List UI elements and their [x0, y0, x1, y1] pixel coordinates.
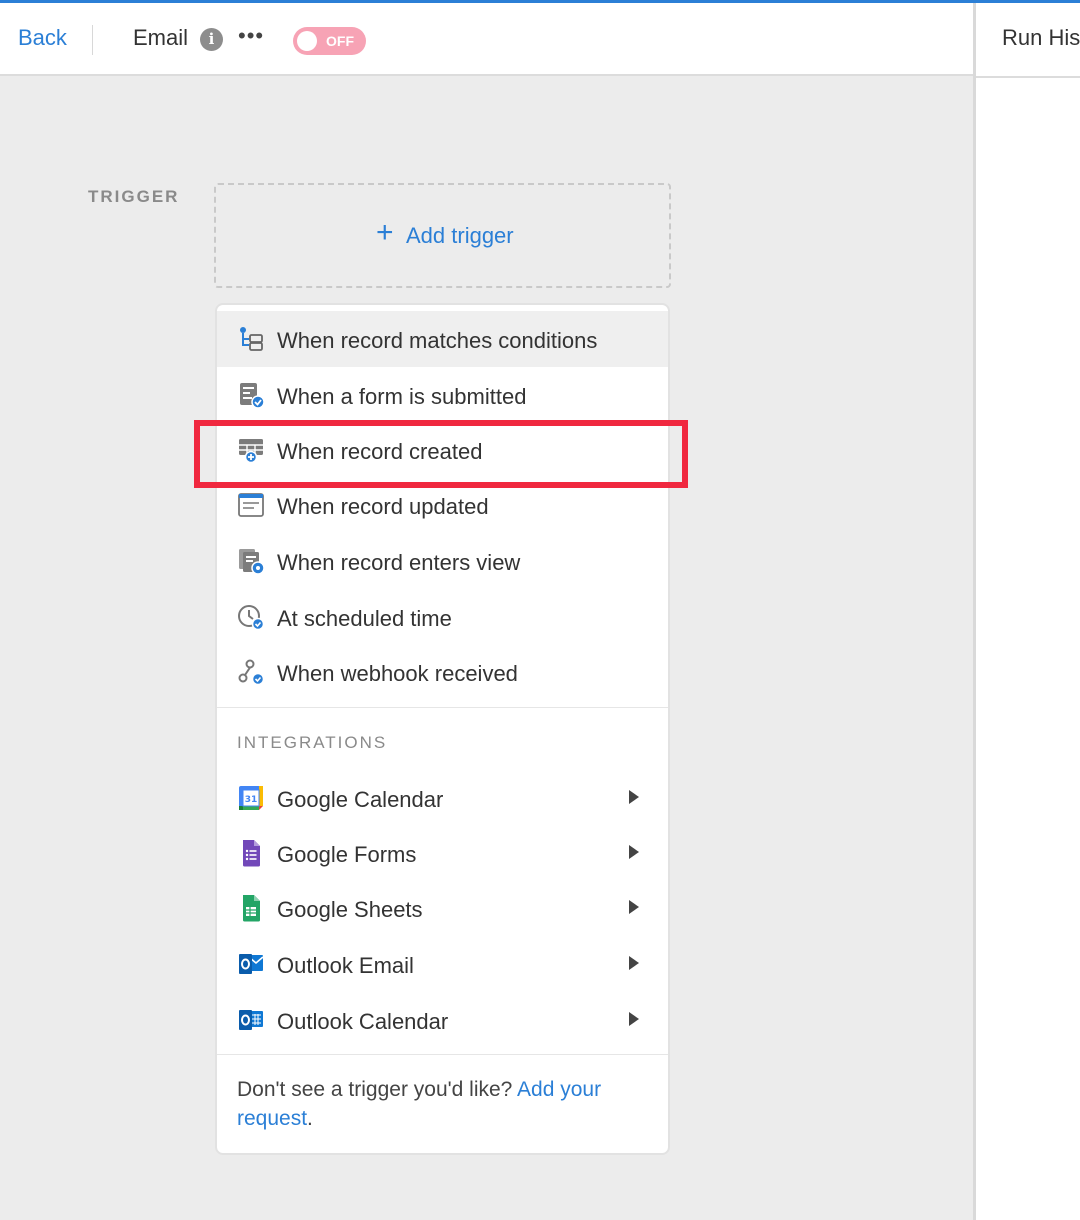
submenu-arrow-icon [629, 1012, 639, 1026]
menu-item-outlook-calendar[interactable]: Outlook Calendar [217, 992, 668, 1048]
enable-toggle[interactable]: OFF [293, 27, 366, 55]
menu-item-label: Google Forms [277, 842, 417, 867]
run-history-panel: Run Hist [973, 3, 1080, 1220]
record-created-icon [239, 439, 263, 464]
header-divider [92, 25, 93, 55]
form-submitted-icon [240, 383, 265, 409]
back-link[interactable]: Back [18, 25, 67, 51]
add-trigger-label: Add trigger [406, 223, 514, 248]
menu-item-label: When record enters view [277, 550, 521, 575]
menu-item-google-forms[interactable]: Google Forms [217, 825, 668, 881]
trigger-section-label: TRIGGER [88, 187, 180, 206]
menu-item-record-enters-view[interactable]: When record enters view [217, 533, 668, 589]
menu-divider [217, 1054, 668, 1055]
automation-title: Email [133, 25, 189, 50]
add-request-link-continued[interactable]: request [237, 1107, 307, 1130]
panel-divider [976, 76, 1080, 78]
plus-icon: + [376, 216, 394, 249]
footer-text: Don't see a trigger you'd like? [237, 1078, 518, 1101]
outlook-email-icon [239, 954, 264, 974]
google-forms-icon [243, 840, 260, 867]
menu-item-scheduled-time[interactable]: At scheduled time [217, 589, 668, 645]
conditions-icon [240, 327, 263, 351]
trigger-dropdown-menu: When record matches conditions When a fo… [215, 303, 670, 1155]
menu-item-label: Outlook Email [277, 953, 414, 978]
menu-item-label: When webhook received [277, 661, 518, 686]
webhook-icon [238, 659, 265, 686]
run-history-title: Run Hist [1002, 25, 1080, 50]
add-trigger-button[interactable]: + Add trigger [214, 183, 671, 288]
menu-item-label: When a form is submitted [277, 384, 527, 409]
menu-item-record-matches-conditions[interactable]: When record matches conditions [217, 311, 668, 367]
submenu-arrow-icon [629, 900, 639, 914]
menu-item-google-calendar[interactable]: 31 Google Calendar [217, 770, 668, 826]
toggle-label: OFF [326, 33, 354, 49]
menu-item-label: When record updated [277, 494, 489, 519]
menu-item-label: When record matches conditions [277, 328, 598, 353]
menu-item-label: At scheduled time [277, 606, 452, 631]
menu-item-label: Google Calendar [277, 787, 444, 812]
menu-item-label: When record created [277, 439, 483, 464]
record-enters-view-icon [239, 549, 265, 575]
footer-period: . [307, 1107, 313, 1130]
menu-item-record-updated[interactable]: When record updated [217, 477, 668, 533]
menu-item-google-sheets[interactable]: Google Sheets [217, 880, 668, 936]
menu-item-outlook-email[interactable]: Outlook Email [217, 936, 668, 992]
menu-item-webhook-received[interactable]: When webhook received [217, 644, 668, 700]
clock-icon [238, 605, 265, 631]
add-request-link[interactable]: Add your [517, 1078, 601, 1101]
menu-footer: Don't see a trigger you'd like? Add your… [237, 1075, 657, 1133]
outlook-calendar-icon [239, 1010, 263, 1030]
svg-text:31: 31 [245, 795, 258, 805]
submenu-arrow-icon [629, 790, 639, 804]
menu-item-label: Outlook Calendar [277, 1009, 449, 1034]
header-bar: Back Email i ••• OFF [0, 3, 973, 76]
record-updated-icon [238, 493, 264, 517]
menu-item-form-submitted[interactable]: When a form is submitted [217, 367, 668, 423]
google-sheets-icon [243, 895, 260, 922]
integrations-section-label: INTEGRATIONS [237, 733, 388, 752]
google-calendar-icon: 31 [239, 786, 263, 810]
toggle-knob [297, 31, 317, 51]
more-options-icon[interactable]: ••• [238, 23, 264, 49]
menu-item-label: Google Sheets [277, 897, 423, 922]
submenu-arrow-icon [629, 956, 639, 970]
menu-divider [217, 707, 668, 708]
submenu-arrow-icon [629, 845, 639, 859]
menu-item-record-created[interactable]: When record created [217, 422, 668, 478]
info-icon[interactable]: i [200, 28, 223, 51]
